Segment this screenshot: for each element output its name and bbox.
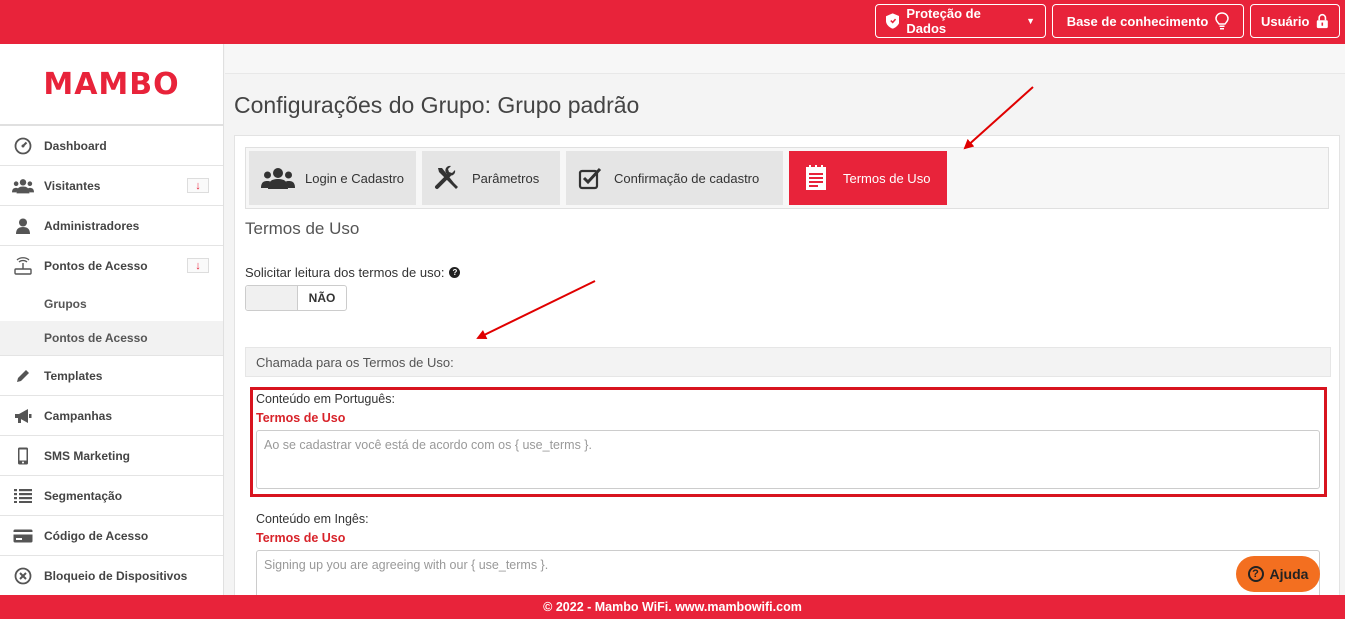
pt-content-label: Conteúdo em Português: — [256, 392, 395, 406]
question-icon[interactable]: ? — [449, 267, 461, 278]
sidebar-item-administradores[interactable]: Administradores — [0, 206, 223, 246]
lightbulb-icon — [1215, 12, 1230, 30]
sidebar-subitem-grupos[interactable]: Grupos — [0, 286, 223, 321]
phone-icon — [12, 447, 34, 465]
sidebar-item-pontos-de-acesso[interactable]: Pontos de Acesso ↓ — [0, 246, 223, 286]
megaphone-icon — [12, 407, 34, 425]
sidebar-item-label: Dashboard — [44, 138, 107, 153]
sidebar-item-label: Visitantes — [44, 178, 101, 193]
sidebar-item-sms-marketing[interactable]: SMS Marketing — [0, 436, 223, 476]
tab-label: Parâmetros — [472, 170, 540, 186]
en-terms-placeholder: Signing up you are agreeing with our { u… — [264, 558, 549, 572]
list-icon — [12, 487, 34, 505]
call-terms-header: Chamada para os Termos de Uso: — [245, 347, 1331, 377]
pt-terms-textarea[interactable]: Ao se cadastrar você está de acordo com … — [256, 430, 1320, 489]
footer: © 2022 - Mambo WiFi. www.mambowifi.com — [0, 595, 1345, 619]
tab-bar: Login e Cadastro Parâmetros Confirmação … — [245, 147, 1329, 209]
tab-login-e-cadastro[interactable]: Login e Cadastro — [249, 151, 416, 205]
sidebar-subitem-label: Pontos de Acesso — [44, 331, 148, 345]
en-terms-textarea[interactable]: Signing up you are agreeing with our { u… — [256, 550, 1320, 598]
router-icon — [12, 257, 34, 275]
page-title: Configurações do Grupo: Grupo padrão — [234, 92, 640, 118]
sidebar-item-segmentacao[interactable]: Segmentação — [0, 476, 223, 516]
data-protection-label: Proteção de Dados — [906, 6, 981, 36]
en-content-label: Conteúdo em Ingês: — [256, 512, 369, 526]
tab-label: Login e Cadastro — [305, 170, 405, 186]
logo[interactable]: MAMBO — [0, 44, 223, 126]
sidebar-subitem-pontos-de-acesso[interactable]: Pontos de Acesso — [0, 321, 223, 356]
sidebar-item-label: Templates — [44, 368, 103, 383]
user-icon — [12, 217, 34, 235]
knowledge-base-button[interactable]: Base de conhecimento — [1052, 4, 1244, 38]
read-terms-field: Solicitar leitura dos termos de uso: ? — [245, 265, 461, 280]
read-terms-toggle[interactable]: NÃO — [245, 285, 347, 311]
caret-down-icon: ▼ — [1026, 16, 1035, 26]
call-terms-header-label: Chamada para os Termos de Uso: — [256, 354, 454, 370]
sidebar-item-templates[interactable]: Templates — [0, 356, 223, 396]
content-header-strip — [225, 44, 1345, 74]
sidebar-item-label: Bloqueio de Dispositivos — [44, 568, 188, 583]
sidebar-item-label: Campanhas — [44, 408, 113, 423]
help-button-label: Ajuda — [1269, 566, 1309, 582]
dashboard-icon — [12, 137, 34, 155]
users-icon — [12, 177, 34, 195]
user-label: Usuário — [1261, 13, 1310, 29]
pt-terms-link: Termos de Uso — [256, 411, 346, 425]
tab-label: Confirmação de cadastro — [614, 170, 760, 186]
card-icon — [12, 527, 34, 545]
lock-icon — [1317, 13, 1329, 29]
sidebar-item-label: Segmentação — [44, 488, 123, 503]
sidebar-item-dashboard[interactable]: Dashboard — [0, 126, 223, 166]
sidebar-item-label: Pontos de Acesso — [44, 259, 148, 273]
tab-label: Termos de Uso — [843, 170, 931, 186]
tab-confirmacao-de-cadastro[interactable]: Confirmação de cadastro — [566, 151, 783, 205]
users-icon — [261, 167, 295, 189]
document-icon — [805, 165, 827, 191]
block-icon — [12, 567, 34, 585]
tools-icon — [434, 165, 462, 191]
checkbox-icon — [578, 166, 604, 190]
toggle-knob[interactable] — [246, 286, 298, 310]
footer-text: © 2022 - Mambo WiFi. www.mambowifi.com — [543, 600, 802, 614]
top-bar: Proteção de Dados ▼ Base de conhecimento… — [0, 0, 1345, 44]
sidebar-subitem-label: Grupos — [44, 296, 87, 311]
tab-parametros[interactable]: Parâmetros — [422, 151, 560, 205]
user-menu-button[interactable]: Usuário — [1250, 4, 1340, 38]
sidebar-item-label: Administradores — [44, 218, 140, 233]
read-terms-label: Solicitar leitura dos termos de uso: — [245, 265, 445, 280]
sidebar-item-bloqueio-de-dispositivos[interactable]: Bloqueio de Dispositivos — [0, 556, 223, 595]
shield-icon — [886, 13, 900, 29]
section-title: Termos de Uso — [245, 219, 360, 238]
toggle-state-label: NÃO — [308, 291, 336, 305]
sidebar: MAMBO Dashboard Visitantes ↓ Administrad… — [0, 44, 224, 595]
tab-termos-de-uso[interactable]: Termos de Uso — [789, 151, 947, 205]
expand-badge[interactable]: ↓ — [187, 178, 209, 193]
pt-terms-placeholder: Ao se cadastrar você está de acordo com … — [264, 438, 592, 452]
sidebar-item-label: Código de Acesso — [44, 528, 149, 543]
logo-text: MAMBO — [43, 66, 180, 102]
pencil-icon — [12, 367, 34, 385]
question-icon: ? — [1247, 566, 1264, 582]
expand-badge[interactable]: ↓ — [187, 258, 209, 273]
sidebar-item-visitantes[interactable]: Visitantes ↓ — [0, 166, 223, 206]
sidebar-item-codigo-de-acesso[interactable]: Código de Acesso — [0, 516, 223, 556]
knowledge-base-label: Base de conhecimento — [1066, 13, 1209, 29]
sidebar-item-label: SMS Marketing — [44, 448, 131, 463]
data-protection-dropdown[interactable]: Proteção de Dados ▼ — [875, 4, 1046, 38]
help-button[interactable]: ? Ajuda — [1236, 556, 1320, 592]
en-terms-link: Termos de Uso — [256, 531, 346, 545]
sidebar-item-campanhas[interactable]: Campanhas — [0, 396, 223, 436]
